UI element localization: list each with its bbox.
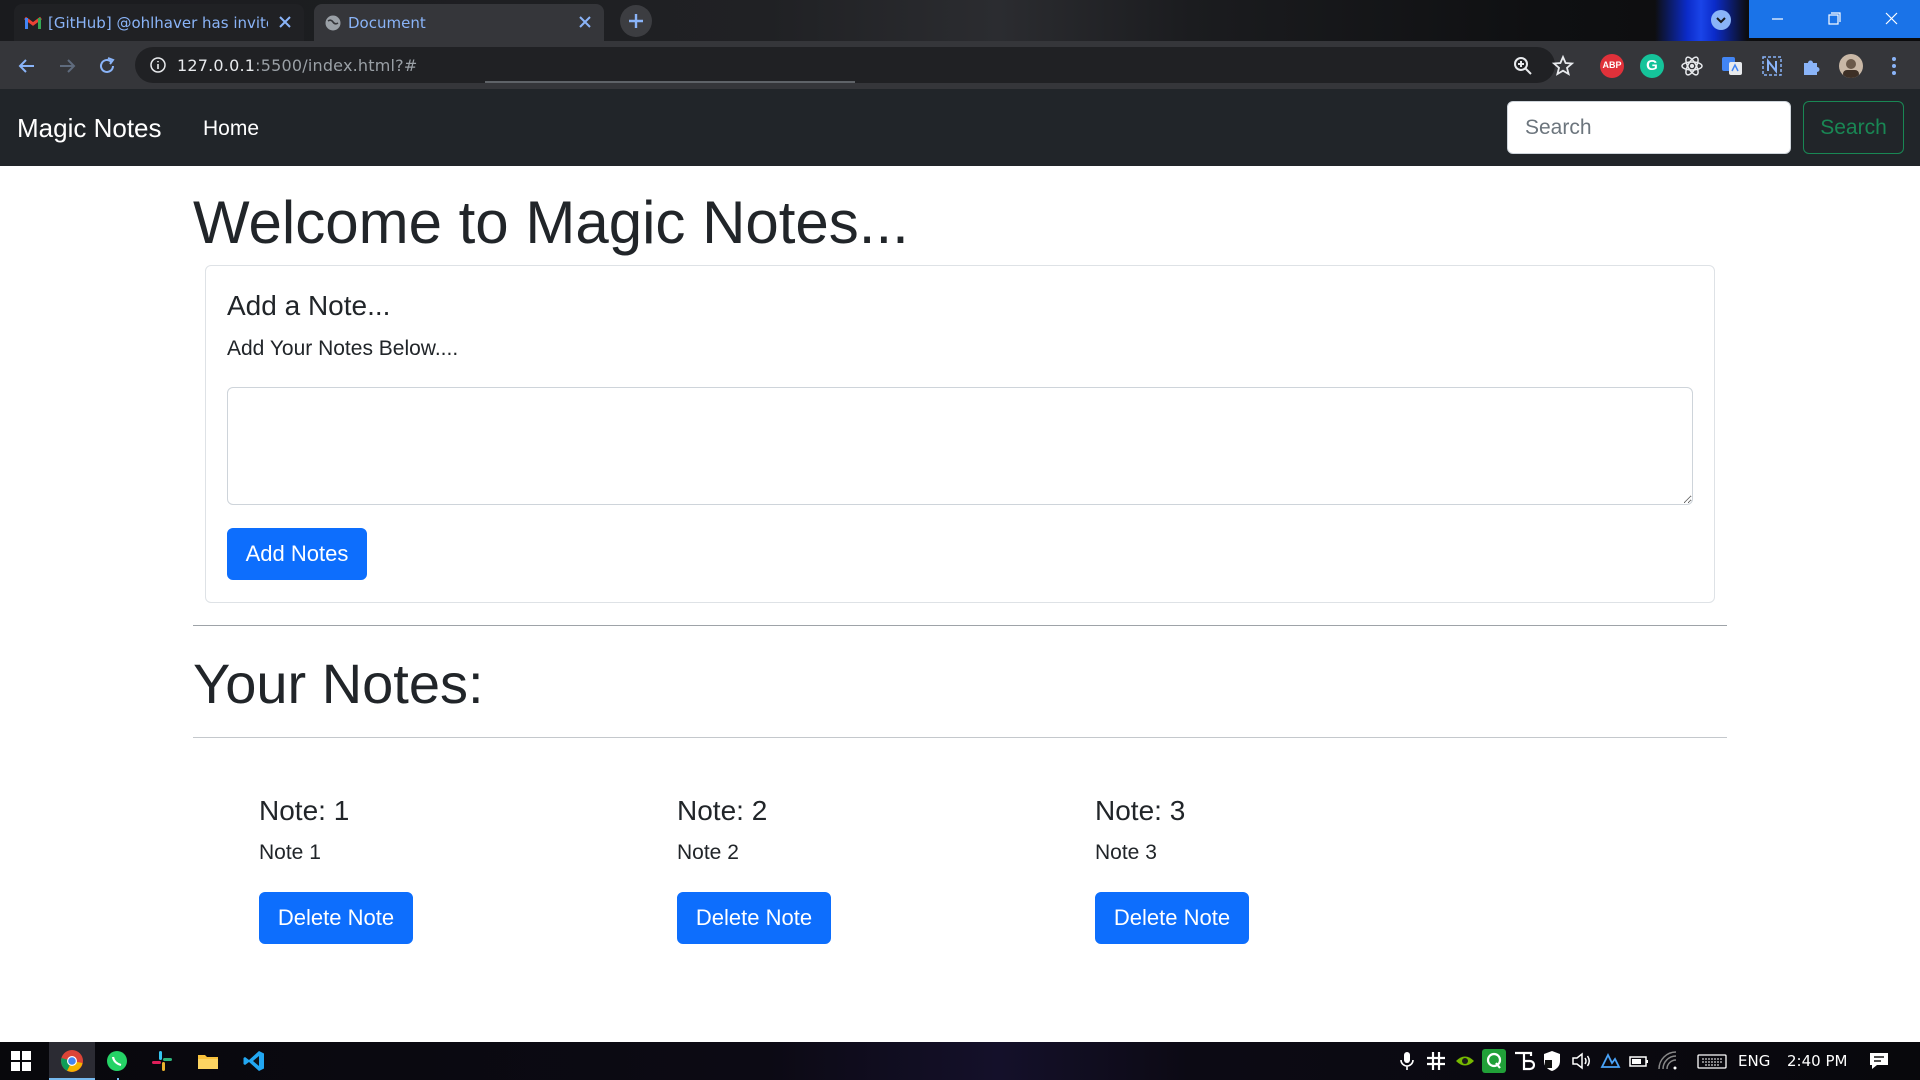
delete-note-button[interactable]: Delete Note [677, 892, 831, 944]
battery-icon[interactable] [1627, 1049, 1651, 1073]
onedrive-icon[interactable] [1598, 1049, 1622, 1073]
back-arrow-icon [18, 59, 34, 73]
browser-tab-document[interactable]: Document [314, 4, 604, 41]
add-notes-button[interactable]: Add Notes [227, 528, 367, 580]
globe-icon [324, 14, 342, 32]
minimize-button[interactable] [1749, 0, 1806, 38]
grammarly-icon[interactable]: G [1640, 54, 1664, 78]
slack-icon[interactable] [150, 1049, 174, 1073]
star-icon[interactable] [1551, 54, 1575, 78]
close-icon [1885, 12, 1898, 25]
note-title: Note: 1 [259, 795, 350, 826]
page-load-indicator [485, 81, 855, 83]
whatsapp-icon[interactable] [105, 1049, 129, 1073]
file-explorer-icon[interactable] [196, 1049, 220, 1073]
site-info-icon[interactable] [149, 56, 167, 74]
extensions-puzzle-icon[interactable] [1800, 54, 1824, 78]
restore-icon [1828, 12, 1841, 25]
menu-dots-icon[interactable] [1882, 54, 1906, 78]
note-title: Note: 3 [1095, 795, 1186, 826]
browser-tab-gmail[interactable]: [GitHub] @ohlhaver has invited you [14, 4, 304, 41]
address-bar[interactable]: 127.0.0.1:5500/index.html?# [135, 47, 1555, 83]
delete-note-button[interactable]: Delete Note [1095, 892, 1249, 944]
react-devtools-icon[interactable] [1680, 54, 1704, 78]
forward-arrow-icon [60, 59, 76, 73]
profile-avatar[interactable] [1839, 54, 1863, 78]
windows-start-icon[interactable] [9, 1049, 33, 1073]
restore-button[interactable] [1806, 0, 1863, 38]
notion-icon[interactable] [1760, 54, 1784, 78]
gmail-icon [24, 14, 42, 32]
tab-title: [GitHub] @ohlhaver has invited you [48, 14, 268, 32]
nvidia-icon[interactable] [1453, 1049, 1477, 1073]
note-text: Note 3 [1095, 841, 1157, 864]
new-tab-button[interactable] [620, 5, 652, 37]
url-host: 127.0.0.1 [177, 56, 256, 75]
note-title: Note: 2 [677, 795, 768, 826]
tab-strip-background [1655, 0, 1747, 41]
card-title: Add a Note... [227, 290, 391, 321]
delete-note-button[interactable]: Delete Note [259, 892, 413, 944]
grammarly-label: G [1646, 57, 1658, 74]
tab-close-icon[interactable] [276, 13, 294, 31]
microphone-icon[interactable] [1395, 1049, 1419, 1073]
search-button[interactable]: Search [1803, 101, 1904, 154]
reload-button[interactable] [95, 54, 119, 78]
back-button[interactable] [15, 54, 39, 78]
close-window-button[interactable] [1863, 0, 1920, 38]
note-textarea[interactable] [227, 387, 1693, 505]
note-text: Note 2 [677, 841, 739, 864]
google-translate-icon[interactable] [1720, 54, 1744, 78]
divider [193, 625, 1727, 626]
tab-title: Document [348, 14, 426, 32]
page-title: Welcome to Magic Notes... [193, 189, 909, 256]
divider [193, 737, 1727, 738]
tab-close-icon[interactable] [576, 13, 594, 31]
note-text: Note 1 [259, 841, 321, 864]
plus-icon [629, 14, 643, 28]
search-input[interactable] [1507, 101, 1791, 154]
wifi-icon[interactable] [1656, 1049, 1680, 1073]
volume-icon[interactable] [1569, 1049, 1593, 1073]
security-shield-icon[interactable] [1540, 1049, 1564, 1073]
slack-tray-icon[interactable] [1424, 1049, 1448, 1073]
adblock-label: ABP [1602, 60, 1622, 70]
url-text[interactable]: 127.0.0.1:5500/index.html?# [177, 56, 417, 75]
card-subtitle: Add Your Notes Below.... [227, 337, 459, 360]
notifications-icon[interactable] [1867, 1049, 1891, 1073]
minimize-icon [1772, 18, 1783, 20]
language-indicator[interactable]: ENG [1738, 1052, 1770, 1070]
reload-icon [100, 57, 115, 73]
vscode-icon[interactable] [242, 1049, 266, 1073]
keyboard-icon[interactable] [1696, 1049, 1727, 1073]
chrome-icon[interactable] [60, 1049, 84, 1073]
b-app-icon[interactable] [1511, 1049, 1535, 1073]
notes-heading: Your Notes: [193, 652, 484, 715]
url-path: :5500/index.html?# [255, 56, 418, 75]
clock[interactable]: 2:40 PM [1787, 1052, 1847, 1070]
tab-search-icon[interactable] [1711, 10, 1731, 30]
forward-button[interactable] [55, 54, 79, 78]
navbar-brand[interactable]: Magic Notes [17, 113, 162, 144]
zoom-icon[interactable] [1511, 54, 1535, 78]
q-app-icon[interactable] [1482, 1049, 1506, 1073]
nav-link-home[interactable]: Home [203, 117, 259, 141]
adblock-icon[interactable]: ABP [1600, 54, 1624, 78]
